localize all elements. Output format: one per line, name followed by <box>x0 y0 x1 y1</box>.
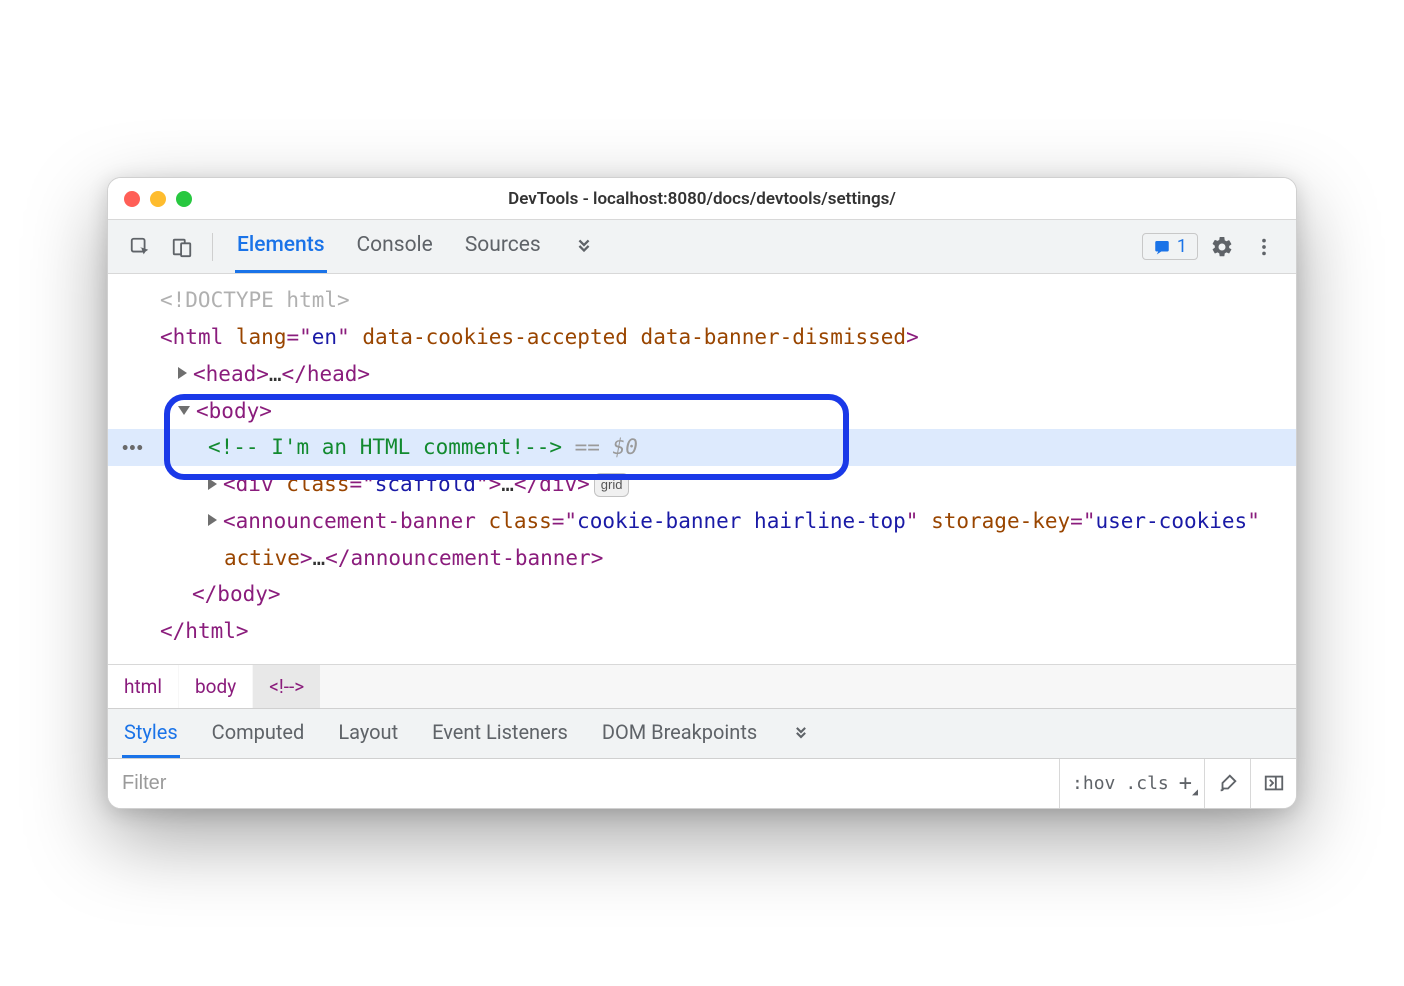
tree-row-body-open[interactable]: <body> <box>108 393 1296 430</box>
devtools-window: DevTools - localhost:8080/docs/devtools/… <box>107 177 1297 809</box>
more-styles-tabs[interactable] <box>789 709 813 758</box>
breadcrumb-body[interactable]: body <box>179 665 253 708</box>
window-controls <box>124 191 192 207</box>
tree-row-head[interactable]: <head>…</head> <box>108 356 1296 393</box>
styles-filter-input[interactable] <box>108 759 1059 808</box>
titlebar: DevTools - localhost:8080/docs/devtools/… <box>108 178 1296 220</box>
settings-icon[interactable] <box>1204 229 1240 265</box>
main-toolbar: Elements Console Sources 1 <box>108 220 1296 274</box>
tab-layout[interactable]: Layout <box>336 709 400 758</box>
inspect-element-icon[interactable] <box>122 229 158 265</box>
tab-elements[interactable]: Elements <box>235 220 327 273</box>
caret-right-icon[interactable] <box>208 514 217 526</box>
tab-console[interactable]: Console <box>355 220 435 273</box>
tree-row-announcement[interactable]: <announcement-banner class="cookie-banne… <box>124 503 1296 577</box>
new-style-rule-icon[interactable]: +◢ <box>1179 771 1192 796</box>
separator <box>212 233 213 261</box>
toggle-cls[interactable]: .cls <box>1125 773 1168 794</box>
styles-tabbar: Styles Computed Layout Event Listeners D… <box>108 708 1296 758</box>
styles-filter-bar: :hov .cls +◢ <box>108 758 1296 808</box>
layout-badge[interactable]: grid <box>594 473 630 498</box>
more-menu-icon[interactable] <box>1246 229 1282 265</box>
tab-dom-breakpoints[interactable]: DOM Breakpoints <box>600 709 759 758</box>
tab-styles[interactable]: Styles <box>122 709 180 758</box>
toggle-sidebar-icon[interactable] <box>1250 759 1296 808</box>
tab-sources[interactable]: Sources <box>463 220 543 273</box>
row-actions-ellipsis-icon[interactable]: ••• <box>122 432 144 464</box>
breadcrumb-bar: html body <!--> <box>108 664 1296 708</box>
elements-panel: <!DOCTYPE html> <html lang="en" data-coo… <box>108 274 1296 664</box>
tree-row-body-close[interactable]: </body> <box>108 576 1296 613</box>
toggle-hov[interactable]: :hov <box>1072 773 1115 794</box>
hov-cls-controls: :hov .cls +◢ <box>1059 759 1204 808</box>
tab-computed[interactable]: Computed <box>210 709 307 758</box>
panel-tabs: Elements Console Sources <box>235 220 597 273</box>
close-window-button[interactable] <box>124 191 140 207</box>
minimize-window-button[interactable] <box>150 191 166 207</box>
caret-right-icon[interactable] <box>208 478 217 490</box>
issues-count: 1 <box>1177 236 1187 257</box>
caret-down-icon[interactable] <box>178 406 190 415</box>
tree-row-html-close[interactable]: </html> <box>108 613 1296 650</box>
maximize-window-button[interactable] <box>176 191 192 207</box>
more-tabs-button[interactable] <box>571 220 597 273</box>
dom-tree[interactable]: <!DOCTYPE html> <html lang="en" data-coo… <box>108 274 1296 664</box>
tree-row-selected-comment[interactable]: •••<!-- I'm an HTML comment!--> == $0 <box>108 429 1296 466</box>
tree-row-div-scaffold[interactable]: <div class="scaffold">…</div>grid <box>108 466 1296 503</box>
tree-row-doctype[interactable]: <!DOCTYPE html> <box>108 282 1296 319</box>
caret-right-icon[interactable] <box>178 367 187 379</box>
paint-brush-icon[interactable] <box>1204 759 1250 808</box>
window-title: DevTools - localhost:8080/docs/devtools/… <box>108 189 1296 209</box>
issues-badge[interactable]: 1 <box>1142 233 1198 260</box>
breadcrumb-comment[interactable]: <!--> <box>253 665 321 708</box>
tab-event-listeners[interactable]: Event Listeners <box>430 709 570 758</box>
tree-row-html-open[interactable]: <html lang="en" data-cookies-accepted da… <box>108 319 1296 356</box>
device-toolbar-icon[interactable] <box>164 229 200 265</box>
breadcrumb-html[interactable]: html <box>108 665 179 708</box>
